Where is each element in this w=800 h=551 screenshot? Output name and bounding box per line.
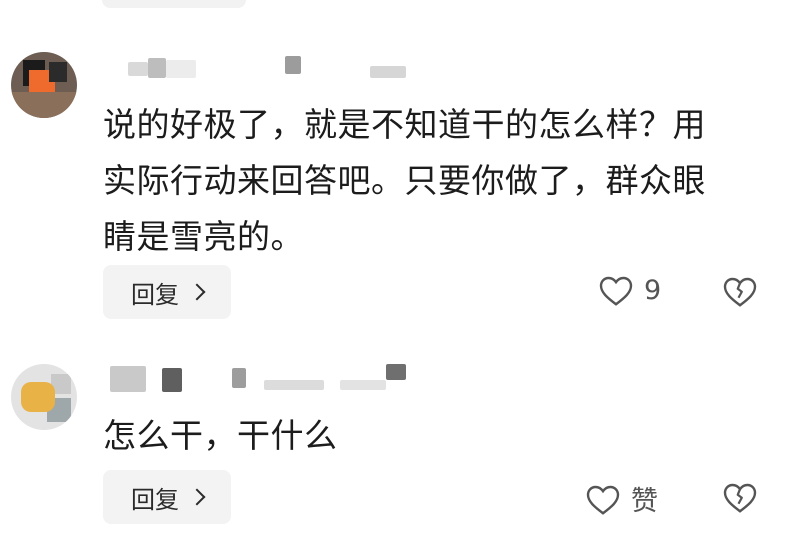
comment-text: 怎么干，干什么: [103, 408, 771, 464]
like-count: 9: [644, 274, 662, 306]
heart-outline-icon: [598, 273, 634, 307]
comment-text-line: 说的好极了，就是不知道干的怎么样？用: [103, 105, 706, 144]
comment-text-line: 实际行动来回答吧。只要你做了，群众眼: [103, 161, 706, 200]
broken-heart-icon[interactable]: [722, 480, 758, 514]
previous-reply-button-stub[interactable]: [102, 0, 246, 8]
broken-heart-icon[interactable]: [722, 274, 758, 308]
reply-button[interactable]: 回复: [103, 470, 231, 524]
like-button[interactable]: 9: [598, 273, 661, 307]
reply-button-label: 回复: [131, 485, 179, 514]
chevron-right-icon: [188, 488, 206, 506]
comment-text-line: 睛是雪亮的。: [103, 217, 304, 256]
chevron-right-icon: [188, 283, 206, 301]
comment-text: 说的好极了，就是不知道干的怎么样？用 实际行动来回答吧。只要你做了，群众眼 睛是…: [103, 97, 771, 265]
comment-text-line: 怎么干，干什么: [103, 416, 338, 455]
avatar[interactable]: [11, 364, 77, 430]
avatar[interactable]: [11, 52, 77, 118]
like-button[interactable]: 赞: [585, 479, 658, 518]
reply-button[interactable]: 回复: [103, 265, 231, 319]
heart-outline-icon: [585, 482, 621, 516]
reply-button-label: 回复: [131, 280, 179, 309]
like-label: 赞: [631, 486, 658, 517]
